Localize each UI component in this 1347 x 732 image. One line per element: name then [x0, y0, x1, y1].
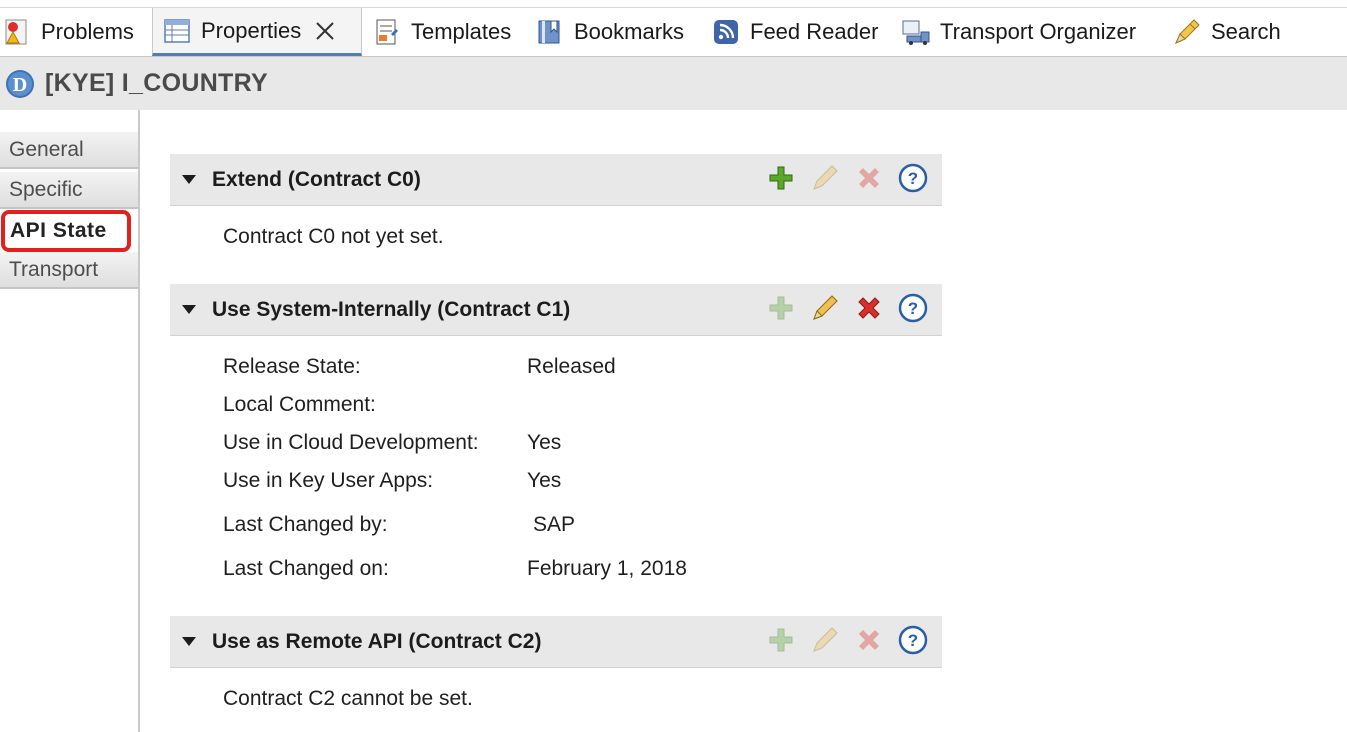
c2-message: Contract C2 cannot be set. [223, 687, 473, 710]
properties-icon [162, 16, 192, 46]
tab-label: Templates [411, 19, 512, 44]
side-tab-transport[interactable]: Transport [0, 252, 138, 289]
release-state-value: Released [527, 355, 616, 378]
field-label: Last Changed on: [223, 557, 389, 580]
tab-label: Bookmarks [574, 19, 685, 44]
add-icon[interactable] [766, 163, 796, 193]
tab-bookmarks[interactable]: Bookmarks [535, 8, 684, 56]
tab-label: Properties [201, 17, 302, 43]
collapse-icon[interactable] [182, 173, 196, 187]
templates-icon [372, 17, 402, 47]
c0-message: Contract C0 not yet set. [223, 225, 444, 248]
section-title: Use System-Internally (Contract C1) [212, 297, 571, 321]
side-tab-label: Transport [9, 257, 99, 281]
edit-icon[interactable] [810, 163, 840, 193]
add-icon[interactable] [766, 293, 796, 323]
key-user-apps-value: Yes [527, 469, 562, 492]
edit-icon[interactable] [810, 625, 840, 655]
section-title: Use as Remote API (Contract C2) [212, 629, 542, 653]
section-header-c0[interactable]: Extend (Contract C0) ? [170, 154, 942, 206]
section-header-c2[interactable]: Use as Remote API (Contract C2) ? [170, 616, 942, 668]
tab-feed-reader[interactable]: Feed Reader [711, 8, 878, 56]
properties-side-tabs: General Specific API State Transport [0, 110, 140, 732]
side-tab-label: API State [10, 219, 107, 242]
tab-templates[interactable]: Templates [372, 8, 511, 56]
side-tab-label: Specific [9, 177, 83, 201]
add-icon[interactable] [766, 625, 796, 655]
section-title: Extend (Contract C0) [212, 167, 421, 191]
tab-label: Feed Reader [750, 19, 879, 44]
side-tab-label: General [9, 137, 84, 161]
search-icon [1172, 17, 1202, 47]
view-tab-bar: Problems Properties Templates Bookmarks … [0, 0, 1347, 57]
delete-icon[interactable] [854, 163, 884, 193]
section-actions: ? [766, 625, 928, 655]
feed-reader-icon [711, 17, 741, 47]
edit-icon[interactable] [810, 293, 840, 323]
section-actions: ? [766, 163, 928, 193]
last-changed-by-value: SAP [533, 513, 576, 536]
section-header-c1[interactable]: Use System-Internally (Contract C1) ? [170, 284, 942, 336]
field-label: Local Comment: [223, 393, 376, 416]
bookmarks-icon [535, 17, 565, 47]
field-label: Use in Key User Apps: [223, 469, 434, 492]
section-actions: ? [766, 293, 928, 323]
side-tab-specific[interactable]: Specific [0, 172, 138, 209]
cloud-development-value: Yes [527, 431, 562, 454]
last-changed-on-value: February 1, 2018 [527, 557, 687, 580]
tab-problems[interactable]: Problems [2, 8, 134, 56]
svg-text:?: ? [908, 169, 918, 188]
side-tab-general[interactable]: General [0, 132, 138, 169]
tab-label: Search [1211, 19, 1281, 44]
help-icon[interactable]: ? [898, 625, 928, 655]
transport-organizer-icon [901, 17, 931, 47]
tab-label: Problems [41, 19, 134, 44]
side-tab-api-state[interactable]: API State [1, 210, 131, 252]
svg-text:?: ? [908, 299, 918, 318]
ddl-source-icon: D [5, 69, 35, 99]
help-icon[interactable]: ? [898, 293, 928, 323]
tab-properties[interactable]: Properties [152, 8, 362, 56]
badge-letter: D [13, 74, 27, 96]
problems-icon [2, 17, 32, 47]
properties-title-bar: D [KYE] I_COUNTRY [0, 57, 1347, 110]
field-label: Release State: [223, 355, 361, 378]
delete-icon[interactable] [854, 625, 884, 655]
svg-text:?: ? [908, 631, 918, 650]
tab-search[interactable]: Search [1172, 8, 1281, 56]
field-label: Last Changed by: [223, 513, 388, 536]
field-label: Use in Cloud Development: [223, 431, 479, 454]
close-icon[interactable] [313, 19, 337, 43]
collapse-icon[interactable] [182, 635, 196, 649]
collapse-icon[interactable] [182, 303, 196, 317]
tab-label: Transport Organizer [940, 19, 1137, 44]
page-title: [KYE] I_COUNTRY [45, 69, 269, 97]
tab-transport-organizer[interactable]: Transport Organizer [901, 8, 1136, 56]
delete-icon[interactable] [854, 293, 884, 323]
help-icon[interactable]: ? [898, 163, 928, 193]
